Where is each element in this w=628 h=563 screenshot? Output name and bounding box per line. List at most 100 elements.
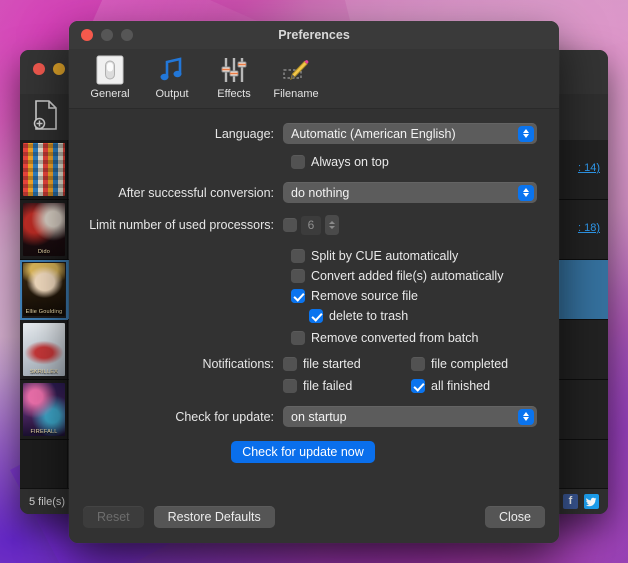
tab-output[interactable]: Output [141, 52, 203, 100]
facebook-glyph: f [568, 495, 573, 507]
notif-all-finished-label: all finished [431, 379, 491, 393]
facebook-icon[interactable]: f [563, 494, 578, 509]
remove-source-row[interactable]: Remove source file [291, 289, 537, 303]
processor-stepper-group[interactable]: 6 [283, 215, 339, 235]
add-file-icon[interactable] [33, 100, 59, 130]
file-thumbnail-list[interactable]: Dido Ellie Goulding SKRILLEX FIREFALL [20, 140, 68, 488]
list-item[interactable]: FIREFALL [20, 380, 68, 440]
chevron-updown-icon [518, 408, 534, 425]
notif-file-completed-row[interactable]: file completed [411, 357, 508, 371]
after-conversion-row: After successful conversion: do nothing [69, 182, 537, 203]
chevron-updown-icon [518, 184, 534, 201]
row-link[interactable]: : 14) [578, 162, 600, 174]
remove-converted-checkbox[interactable] [291, 331, 305, 345]
always-on-top-row[interactable]: Always on top [291, 155, 537, 169]
list-item[interactable] [20, 140, 68, 200]
tab-effects-label: Effects [217, 88, 251, 100]
notif-file-completed-checkbox[interactable] [411, 357, 425, 371]
convert-added-row[interactable]: Convert added file(s) automatically [291, 269, 537, 283]
notif-file-completed-label: file completed [431, 357, 509, 371]
language-label: Language: [214, 126, 274, 141]
convert-added-checkbox[interactable] [291, 269, 305, 283]
tab-general[interactable]: General [79, 52, 141, 100]
music-note-icon [157, 54, 187, 86]
notif-file-failed-label: file failed [303, 379, 353, 393]
notifications-label: Notifications: [202, 357, 274, 371]
always-on-top-checkbox[interactable] [291, 155, 305, 169]
chevron-updown-icon [518, 125, 534, 142]
album-caption: Ellie Goulding [25, 309, 63, 315]
zoom-button[interactable] [121, 29, 133, 41]
split-cue-checkbox[interactable] [291, 249, 305, 263]
tab-general-label: General [90, 88, 130, 100]
after-conversion-select[interactable]: do nothing [283, 182, 537, 203]
split-cue-row[interactable]: Split by CUE automatically [291, 249, 537, 263]
always-on-top-label: Always on top [311, 155, 389, 169]
album-caption: FIREFALL [30, 429, 58, 435]
remove-converted-label: Remove converted from batch [311, 331, 479, 345]
limit-processors-row: Limit number of used processors: 6 [69, 215, 537, 235]
file-list-empty-space [20, 440, 67, 488]
notif-file-started-row[interactable]: file started [283, 357, 411, 371]
check-update-select[interactable]: on startup [283, 406, 537, 427]
album-caption: Dido [37, 249, 51, 255]
file-count-label: 5 file(s) [29, 495, 66, 508]
background-close-button[interactable] [33, 63, 45, 75]
processor-count-field[interactable]: 6 [301, 215, 321, 235]
twitter-icon[interactable] [584, 494, 599, 509]
album-caption: SKRILLEX [30, 369, 58, 375]
minimize-button[interactable] [101, 29, 113, 41]
tab-effects[interactable]: Effects [203, 52, 265, 100]
check-update-label: Check for update: [175, 409, 274, 424]
limit-processors-checkbox[interactable] [283, 218, 297, 232]
reset-button[interactable]: Reset [83, 506, 144, 528]
convert-added-label: Convert added file(s) automatically [311, 269, 504, 283]
check-update-row: Check for update: on startup [69, 406, 537, 427]
language-value: Automatic (American English) [291, 126, 456, 141]
limit-processors-label: Limit number of used processors: [89, 218, 274, 232]
list-item[interactable]: SKRILLEX [20, 320, 68, 380]
remove-source-label: Remove source file [311, 289, 418, 303]
preferences-titlebar: Preferences [69, 21, 559, 49]
language-select[interactable]: Automatic (American English) [283, 123, 537, 144]
language-row: Language: Automatic (American English) [69, 123, 537, 144]
preferences-window[interactable]: Preferences General Output Effects Filen… [69, 21, 559, 543]
sliders-icon [219, 54, 249, 86]
twitter-bird-glyph [585, 497, 597, 507]
tab-filename-label: Filename [273, 88, 319, 100]
preferences-footer: Reset Restore Defaults Close [69, 491, 559, 543]
remove-converted-row[interactable]: Remove converted from batch [291, 331, 537, 345]
restore-defaults-button[interactable]: Restore Defaults [153, 506, 275, 528]
after-conversion-value: do nothing [291, 185, 350, 200]
check-for-update-now-button[interactable]: Check for update now [231, 441, 375, 463]
notif-file-started-checkbox[interactable] [283, 357, 297, 371]
list-item[interactable]: Dido [20, 200, 68, 260]
notif-all-finished-row[interactable]: all finished [411, 379, 490, 393]
notif-file-failed-row[interactable]: file failed [283, 379, 411, 393]
split-cue-label: Split by CUE automatically [311, 249, 459, 263]
desktop: Dido Ellie Goulding SKRILLEX FIREFALL: … [0, 0, 628, 563]
background-minimize-button[interactable] [53, 63, 65, 75]
notif-file-failed-checkbox[interactable] [283, 379, 297, 393]
delete-to-trash-row[interactable]: delete to trash [309, 309, 537, 323]
tab-output-label: Output [155, 88, 189, 100]
album-art-1 [23, 143, 65, 196]
delete-to-trash-checkbox[interactable] [309, 309, 323, 323]
notifications-row-1: Notifications: file started file complet… [69, 357, 537, 371]
preferences-toolbar[interactable]: General Output Effects Filename [69, 49, 559, 109]
tab-filename[interactable]: Filename [265, 52, 327, 100]
pencil-icon [281, 54, 311, 86]
notif-all-finished-checkbox[interactable] [411, 379, 425, 393]
close-dialog-button[interactable]: Close [485, 506, 545, 528]
remove-source-checkbox[interactable] [291, 289, 305, 303]
notif-file-started-label: file started [303, 357, 361, 371]
notifications-row-2: file failed all finished [69, 379, 537, 393]
preferences-content: Language: Automatic (American English) A… [69, 109, 559, 491]
close-button[interactable] [81, 29, 93, 41]
quantity-stepper[interactable] [325, 215, 339, 235]
row-link[interactable]: : 18) [578, 222, 600, 234]
list-item[interactable]: Ellie Goulding [20, 260, 68, 320]
delete-to-trash-label: delete to trash [329, 309, 409, 323]
switch-icon [96, 54, 124, 86]
check-update-now-row: Check for update now [69, 441, 537, 463]
